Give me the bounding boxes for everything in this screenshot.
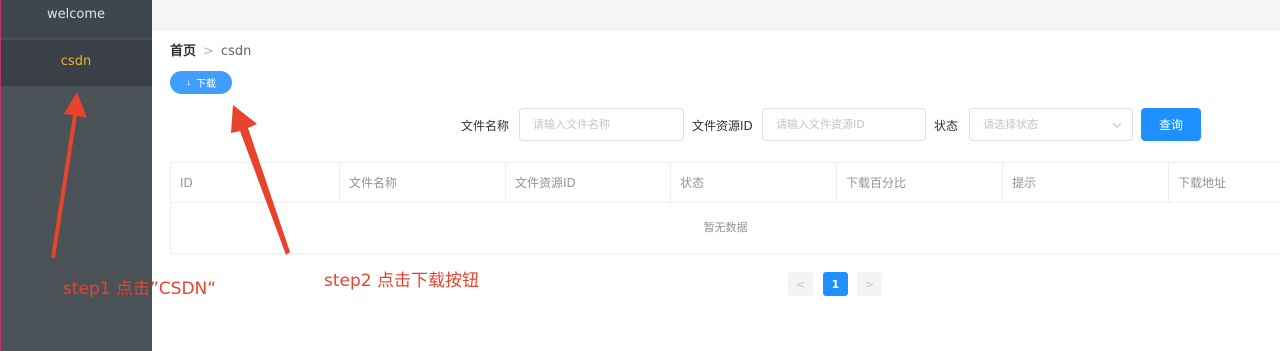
arrow-to-csdn — [51, 92, 87, 258]
annotation-step1: step1 点击”CSDN“ — [63, 279, 217, 299]
arrow-to-download — [231, 105, 290, 255]
annotation-step2: step2 点击下载按钮 — [324, 271, 479, 291]
